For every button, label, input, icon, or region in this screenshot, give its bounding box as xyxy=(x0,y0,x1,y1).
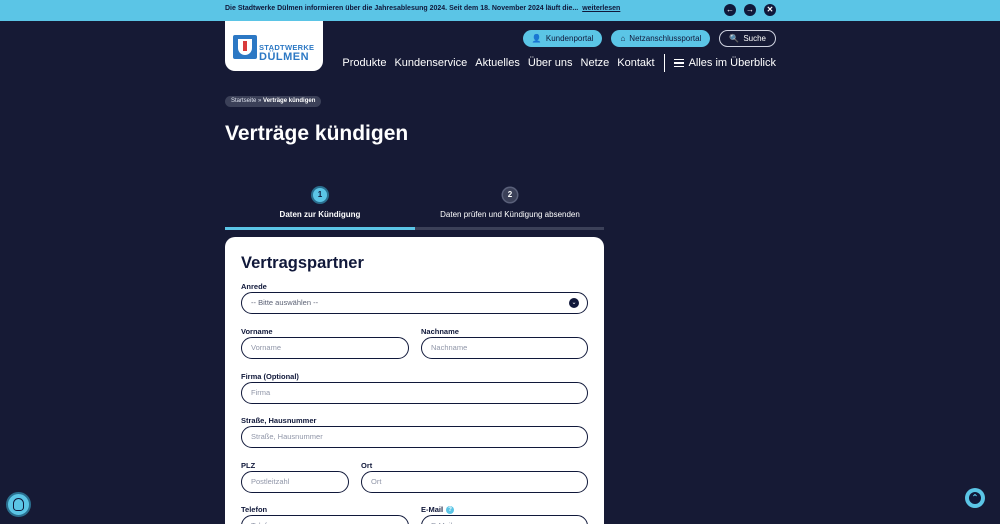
announcement-bar: Die Stadtwerke Dülmen informieren über d… xyxy=(0,0,1000,21)
house-icon: ⌂ xyxy=(620,34,626,43)
breadcrumb-home-link[interactable]: Startseite xyxy=(231,98,256,104)
step-1-progress-bar xyxy=(225,227,415,230)
progress-steps: 1 Daten zur Kündigung 2 Daten prüfen und… xyxy=(225,188,604,230)
strasse-input[interactable]: Straße, Hausnummer xyxy=(241,426,588,448)
main-navigation: Produkte Kundenservice Aktuelles Über un… xyxy=(334,54,776,72)
step-1[interactable]: 1 Daten zur Kündigung xyxy=(225,188,415,230)
breadcrumb-separator: » xyxy=(258,98,262,104)
nav-item-aktuelles[interactable]: Aktuelles xyxy=(475,57,520,69)
anrede-selected-value: -- Bitte auswählen -- xyxy=(251,298,319,307)
strasse-label: Straße, Hausnummer xyxy=(241,416,317,425)
scroll-to-top-button[interactable]: ⌃ xyxy=(965,488,985,508)
nav-item-kundenservice[interactable]: Kundenservice xyxy=(394,57,467,69)
nav-item-netze[interactable]: Netze xyxy=(581,57,610,69)
step-2-progress-bar xyxy=(415,227,604,230)
step-2-label: Daten prüfen und Kündigung absenden xyxy=(440,210,580,219)
kundenportal-button[interactable]: 👤 Kundenportal xyxy=(522,30,603,47)
fingerprint-icon xyxy=(13,498,24,511)
chevron-down-icon: ⌄ xyxy=(569,298,579,308)
ort-input[interactable]: Ort xyxy=(361,471,588,493)
step-1-number: 1 xyxy=(313,188,327,202)
announcement-read-more-link[interactable]: weiterlesen xyxy=(582,5,620,12)
announcement-message: Die Stadtwerke Dülmen informieren über d… xyxy=(225,5,579,12)
telefon-label: Telefon xyxy=(241,505,268,514)
plz-label: PLZ xyxy=(241,461,256,470)
accessibility-button[interactable] xyxy=(6,492,31,517)
anrede-label: Anrede xyxy=(241,282,267,291)
close-icon[interactable]: ✕ xyxy=(764,4,776,16)
announcement-text: Die Stadtwerke Dülmen informieren über d… xyxy=(225,5,620,12)
nav-divider xyxy=(663,54,665,72)
vorname-label: Vorname xyxy=(241,327,273,336)
firma-label: Firma (Optional) xyxy=(241,372,299,381)
info-icon[interactable]: ? xyxy=(446,506,455,514)
announcement-controls: ← → ✕ xyxy=(724,4,776,16)
user-icon: 👤 xyxy=(531,34,542,43)
netzanschlussportal-label: Netzanschlussportal xyxy=(629,34,702,43)
ort-label: Ort xyxy=(361,461,373,470)
arrow-right-icon[interactable]: → xyxy=(744,4,756,16)
contract-partner-form: Vertragspartner Anrede -- Bitte auswähle… xyxy=(225,237,604,524)
kundenportal-label: Kundenportal xyxy=(545,34,594,43)
search-button[interactable]: 🔍 Suche xyxy=(719,30,776,47)
arrow-left-icon[interactable]: ← xyxy=(724,4,736,16)
anrede-select[interactable]: -- Bitte auswählen -- ⌄ xyxy=(241,292,588,314)
nachname-label: Nachname xyxy=(421,327,459,336)
hamburger-menu-icon xyxy=(673,59,684,67)
search-icon: 🔍 xyxy=(729,34,740,43)
arrow-up-icon: ⌃ xyxy=(969,492,981,504)
email-input[interactable]: E-Mail xyxy=(421,515,588,524)
nav-item-produkte[interactable]: Produkte xyxy=(342,57,386,69)
step-1-label: Daten zur Kündigung xyxy=(279,210,361,219)
nav-item-kontakt[interactable]: Kontakt xyxy=(617,57,654,69)
nachname-input[interactable]: Nachname xyxy=(421,337,588,359)
telefon-input[interactable]: Telefon xyxy=(241,515,409,524)
breadcrumb-current: Verträge kündigen xyxy=(263,98,316,104)
form-heading: Vertragspartner xyxy=(241,254,364,272)
nav-overview-label: Alles im Überblick xyxy=(688,57,776,69)
netzanschlussportal-button[interactable]: ⌂ Netzanschlussportal xyxy=(611,30,711,47)
nav-item-ueber-uns[interactable]: Über uns xyxy=(528,57,573,69)
nav-overview-button[interactable]: Alles im Überblick xyxy=(673,57,776,69)
search-label: Suche xyxy=(743,34,766,43)
step-2[interactable]: 2 Daten prüfen und Kündigung absenden xyxy=(415,188,605,230)
breadcrumb: Startseite » Verträge kündigen xyxy=(225,96,322,107)
vorname-input[interactable]: Vorname xyxy=(241,337,409,359)
firma-input[interactable]: Firma xyxy=(241,382,588,404)
email-label-row: E-Mail? xyxy=(421,505,455,514)
site-logo[interactable]: STADTWERKE DÜLMEN xyxy=(225,21,323,71)
plz-input[interactable]: Postleitzahl xyxy=(241,471,349,493)
logo-text-line2: DÜLMEN xyxy=(259,51,310,63)
page-title: Verträge kündigen xyxy=(225,122,409,145)
coat-of-arms-icon xyxy=(233,35,257,59)
step-2-number: 2 xyxy=(503,188,517,202)
quicklinks: 👤 Kundenportal ⌂ Netzanschlussportal 🔍 Such… xyxy=(522,30,776,47)
email-label: E-Mail xyxy=(421,505,444,514)
